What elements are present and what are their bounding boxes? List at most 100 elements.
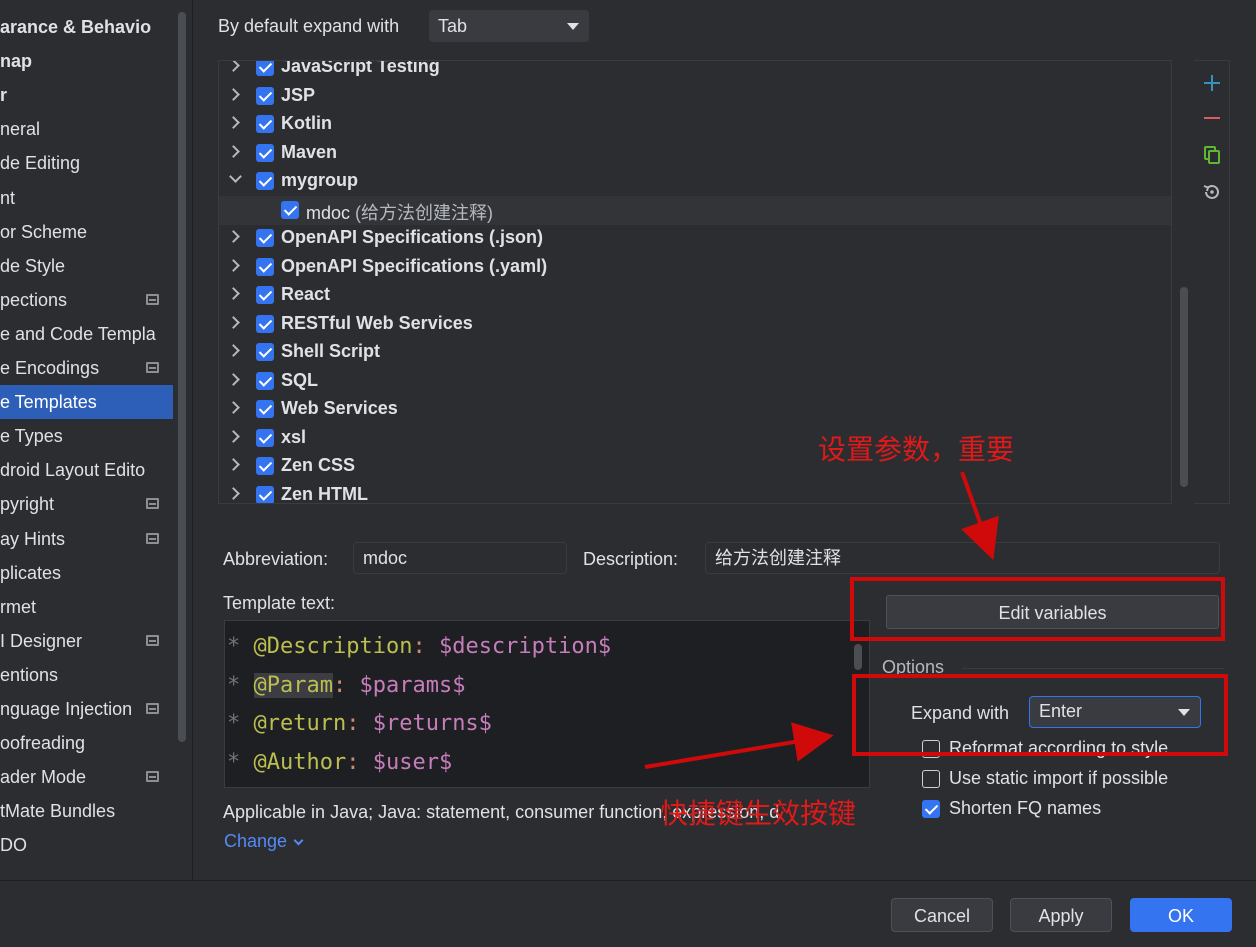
sidebar-scrollbar[interactable] — [178, 12, 186, 742]
template-group[interactable]: xsl — [219, 424, 1171, 453]
template-item[interactable]: mdoc (给方法创建注释) — [219, 195, 1171, 225]
template-tree: JavaScript Testing JSP Kotlin Maven mygroup m… — [218, 60, 1172, 504]
sidebar-item[interactable]: ader Mode — [0, 760, 173, 794]
cancel-button[interactable]: Cancel — [891, 898, 993, 932]
sidebar-item[interactable]: neral — [0, 112, 173, 146]
enabled-checkbox[interactable] — [256, 286, 274, 304]
sidebar-item[interactable]: nap — [0, 44, 173, 78]
sidebar-item[interactable]: e Types — [0, 419, 173, 453]
apply-button[interactable]: Apply — [1010, 898, 1112, 932]
sidebar-item[interactable]: e Templates — [0, 385, 173, 420]
template-group[interactable]: React — [219, 281, 1171, 310]
sidebar-item[interactable]: droid Layout Edito — [0, 453, 173, 487]
abbreviation-input[interactable]: mdoc — [353, 542, 567, 574]
enabled-checkbox[interactable] — [256, 371, 274, 390]
chevron-right-icon[interactable] — [227, 116, 240, 129]
chevron-right-icon[interactable] — [227, 315, 240, 329]
enabled-checkbox[interactable] — [256, 115, 274, 133]
chevron-right-icon[interactable] — [227, 144, 240, 158]
sidebar-item[interactable]: pyright — [0, 487, 173, 521]
code-tag: @Description — [253, 634, 413, 659]
project-settings-icon — [146, 703, 159, 714]
template-group[interactable]: JavaScript Testing — [219, 61, 1171, 82]
chevron-right-icon[interactable] — [227, 401, 240, 414]
sidebar-item[interactable]: de Style — [0, 249, 173, 283]
template-name-text: mygroup — [281, 170, 359, 190]
enabled-checkbox[interactable] — [256, 428, 274, 447]
template-text-editor[interactable]: * @Description: $description$ * @Param: $… — [224, 620, 870, 788]
enabled-checkbox[interactable] — [256, 143, 274, 162]
sidebar-item[interactable]: e and Code Templa — [0, 317, 173, 351]
tree-scrollbar[interactable] — [1180, 287, 1188, 487]
ok-button[interactable]: OK — [1130, 898, 1232, 932]
enabled-checkbox[interactable] — [256, 229, 274, 247]
template-group[interactable]: RESTful Web Services — [219, 310, 1171, 339]
template-group[interactable]: Zen HTML — [219, 481, 1171, 503]
enabled-checkbox[interactable] — [256, 457, 274, 475]
sidebar-item[interactable]: r — [0, 78, 173, 112]
template-group[interactable]: mygroup — [219, 167, 1171, 196]
enabled-checkbox[interactable] — [256, 485, 274, 503]
chevron-right-icon[interactable] — [227, 230, 240, 243]
chevron-right-icon[interactable] — [227, 486, 240, 500]
sidebar-item[interactable]: arance & Behavio — [0, 10, 173, 44]
template-group[interactable]: Kotlin — [219, 110, 1171, 139]
sidebar-item[interactable]: ay Hints — [0, 522, 173, 556]
template-group[interactable]: Shell Script — [219, 338, 1171, 367]
sidebar-item[interactable]: oofreading — [0, 726, 173, 760]
chevron-right-icon[interactable] — [227, 87, 240, 101]
enabled-checkbox[interactable] — [256, 86, 274, 105]
chevron-right-icon[interactable] — [227, 287, 240, 300]
sidebar-item[interactable]: or Scheme — [0, 215, 173, 249]
sidebar-item-label: neral — [0, 119, 41, 140]
description-input[interactable]: 给方法创建注释 — [705, 542, 1220, 574]
sidebar-item[interactable]: DO — [0, 828, 173, 862]
remove-icon[interactable] — [1202, 108, 1222, 128]
sidebar-item[interactable]: nt — [0, 181, 173, 215]
sidebar-item[interactable]: entions — [0, 658, 173, 692]
copy-icon[interactable] — [1202, 145, 1222, 165]
sidebar-item[interactable]: plicates — [0, 556, 173, 590]
add-icon[interactable] — [1202, 73, 1222, 93]
enabled-checkbox[interactable] — [281, 200, 299, 219]
sidebar-item[interactable]: de Editing — [0, 146, 173, 180]
chevron-right-icon[interactable] — [227, 344, 240, 357]
sidebar-item[interactable]: pections — [0, 283, 173, 317]
template-group[interactable]: Zen CSS — [219, 452, 1171, 481]
template-group[interactable]: Web Services — [219, 395, 1171, 424]
chevron-right-icon[interactable] — [227, 258, 240, 272]
template-group[interactable]: SQL — [219, 367, 1171, 396]
chevron-down-icon[interactable] — [229, 170, 242, 183]
enabled-checkbox[interactable] — [256, 61, 274, 76]
enabled-checkbox[interactable] — [256, 400, 274, 418]
code-punct: : — [412, 634, 426, 659]
default-expand-dropdown[interactable]: Tab — [429, 10, 589, 42]
editor-scrollbar[interactable] — [854, 644, 862, 670]
code-line: * @return: $returns$ — [225, 711, 492, 749]
enabled-checkbox[interactable] — [256, 172, 274, 190]
sidebar-item-label: e and Code Templa — [0, 323, 156, 344]
chevron-right-icon[interactable] — [227, 458, 240, 471]
sidebar-item[interactable]: e Encodings — [0, 351, 173, 385]
sidebar-item[interactable]: I Designer — [0, 624, 173, 658]
enabled-checkbox[interactable] — [256, 257, 274, 276]
enabled-checkbox[interactable] — [256, 343, 274, 361]
change-contexts-link[interactable]: Change — [224, 831, 304, 852]
sidebar-item-label: pyright — [0, 494, 55, 515]
chevron-right-icon[interactable] — [227, 61, 240, 72]
template-name-text: OpenAPI Specifications (.json) — [281, 227, 544, 247]
chevron-right-icon[interactable] — [227, 372, 240, 386]
template-group[interactable]: Maven — [219, 139, 1171, 168]
sidebar-item[interactable]: tMate Bundles — [0, 794, 173, 828]
template-group[interactable]: JSP — [219, 82, 1171, 111]
static-import-checkbox[interactable] — [922, 770, 940, 788]
sidebar-item-label: droid Layout Edito — [0, 460, 146, 481]
template-group[interactable]: OpenAPI Specifications (.json) — [219, 224, 1171, 253]
enabled-checkbox[interactable] — [256, 314, 274, 333]
chevron-right-icon[interactable] — [227, 429, 240, 443]
sidebar-item[interactable]: nguage Injection — [0, 692, 173, 726]
restore-icon[interactable] — [1202, 182, 1222, 202]
sidebar-item[interactable]: rmet — [0, 590, 173, 624]
template-group[interactable]: OpenAPI Specifications (.yaml) — [219, 253, 1171, 282]
shorten-fq-checkbox[interactable] — [922, 800, 940, 818]
